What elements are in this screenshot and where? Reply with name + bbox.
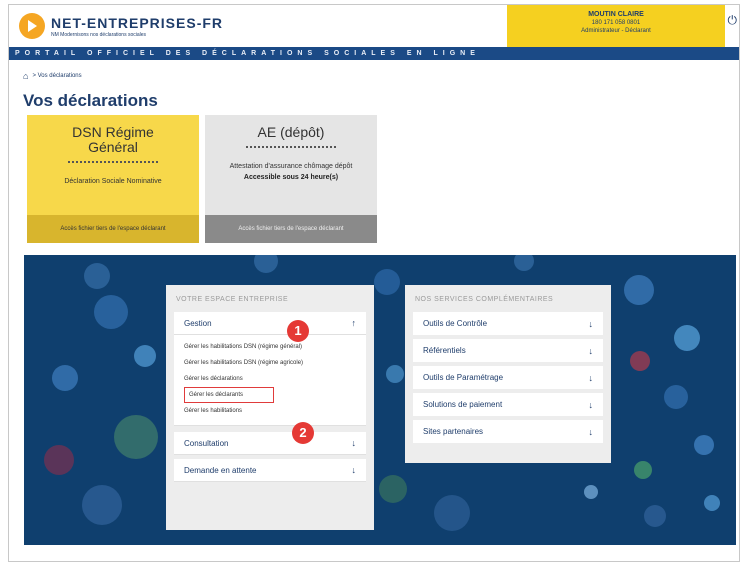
service-outils-parametrage[interactable]: Outils de Paramétrage ↓ (413, 366, 603, 389)
card-description: Attestation d'assurance chômage dépôt (229, 163, 353, 170)
card-ae-depot[interactable]: AE (dépôt) Attestation d'assurance chôma… (205, 115, 377, 243)
arrow-down-icon: ↓ (588, 318, 594, 329)
breadcrumb-current: > Vos déclarations (32, 73, 82, 79)
panel-heading: NOS SERVICES COMPLÉMENTAIRES (415, 296, 554, 303)
service-solutions-paiement[interactable]: Solutions de paiement ↓ (413, 393, 603, 416)
browser-frame: NET-ENTREPRISES-FR NM Modernisons nos dé… (8, 4, 740, 562)
accordion-gestion[interactable]: Gestion ↑ (174, 312, 366, 335)
portal-band: PORTAIL OFFICIEL DES DÉCLARATIONS SOCIAL… (9, 47, 739, 60)
gestion-submenu: Gérer les habilitations DSN (régime géné… (174, 335, 366, 426)
card-description: Déclaration Sociale Nominative (64, 178, 162, 185)
link-habilitations-dsn-general[interactable]: Gérer les habilitations DSN (régime géné… (184, 339, 356, 355)
step-badge-1: 1 (287, 320, 309, 342)
user-box[interactable]: MOUTIN CLAIRE 180 171 058 0801 Administr… (507, 5, 725, 47)
services-background: VOTRE ESPACE ENTREPRISE Gestion ↑ Gérer … (24, 255, 736, 545)
arrow-down-icon: ↓ (588, 426, 594, 437)
card-footer-link[interactable]: Accès fichier tiers de l'espace déclaran… (27, 215, 199, 243)
panel-espace-entreprise: VOTRE ESPACE ENTREPRISE Gestion ↑ Gérer … (166, 285, 374, 530)
site-logo[interactable]: NET-ENTREPRISES-FR NM Modernisons nos dé… (19, 13, 223, 39)
card-footer-link[interactable]: Accès fichier tiers de l'espace déclaran… (205, 215, 377, 243)
service-outils-controle[interactable]: Outils de Contrôle ↓ (413, 312, 603, 335)
accordion-label: Gestion (184, 318, 212, 328)
arrow-up-icon: ↑ (351, 318, 357, 328)
logo-icon (19, 13, 45, 39)
accordion-label: Consultation (184, 438, 229, 448)
user-id: 180 171 058 0801 (591, 20, 641, 26)
service-label: Outils de Paramétrage (423, 373, 504, 382)
card-divider (246, 146, 336, 148)
logo-subtitle: NM Modernisons nos déclarations sociales (51, 31, 147, 38)
arrow-down-icon: ↓ (351, 438, 357, 448)
logo-title: NET-ENTREPRISES-FR (51, 14, 224, 31)
card-availability: Accessible sous 24 heure(s) (243, 174, 339, 181)
service-referentiels[interactable]: Référentiels ↓ (413, 339, 603, 362)
link-gerer-declarants[interactable]: Gérer les déclarants (184, 387, 274, 403)
accordion-label: Demande en attente (184, 465, 257, 475)
service-label: Sites partenaires (423, 427, 484, 436)
arrow-down-icon: ↓ (588, 399, 594, 410)
arrow-down-icon: ↓ (351, 465, 357, 475)
card-dsn-regime-general[interactable]: DSN Régime Général Déclaration Sociale N… (27, 115, 199, 243)
arrow-down-icon: ↓ (588, 372, 594, 383)
service-label: Référentiels (423, 346, 466, 355)
arrow-down-icon: ↓ (588, 345, 594, 356)
link-habilitations-dsn-agricole[interactable]: Gérer les habilitations DSN (régime agri… (184, 355, 356, 371)
link-gerer-declarations[interactable]: Gérer les déclarations (184, 371, 356, 387)
link-gerer-habilitations[interactable]: Gérer les habilitations (184, 403, 356, 419)
user-role: Administrateur - Déclarant (581, 28, 651, 34)
step-badge-2: 2 (292, 422, 314, 444)
panel-services-complementaires: NOS SERVICES COMPLÉMENTAIRES Outils de C… (405, 285, 611, 463)
accordion-consultation[interactable]: Consultation ↓ (174, 432, 366, 455)
service-sites-partenaires[interactable]: Sites partenaires ↓ (413, 420, 603, 443)
card-divider (68, 161, 158, 163)
accordion-demande-en-attente[interactable]: Demande en attente ↓ (174, 459, 366, 482)
breadcrumb: ⌂ > Vos déclarations (23, 71, 82, 81)
site-header: NET-ENTREPRISES-FR NM Modernisons nos dé… (9, 5, 739, 47)
service-label: Outils de Contrôle (423, 319, 488, 328)
service-label: Solutions de paiement (423, 400, 503, 409)
panel-heading: VOTRE ESPACE ENTREPRISE (176, 296, 289, 303)
home-icon[interactable]: ⌂ (23, 71, 28, 81)
card-title: DSN Régime Général (72, 124, 154, 155)
page-title: Vos déclarations (23, 91, 158, 110)
card-title: AE (dépôt) (257, 124, 325, 140)
user-name: MOUTIN CLAIRE (588, 11, 644, 18)
power-icon[interactable]: ⏻ (728, 13, 738, 28)
